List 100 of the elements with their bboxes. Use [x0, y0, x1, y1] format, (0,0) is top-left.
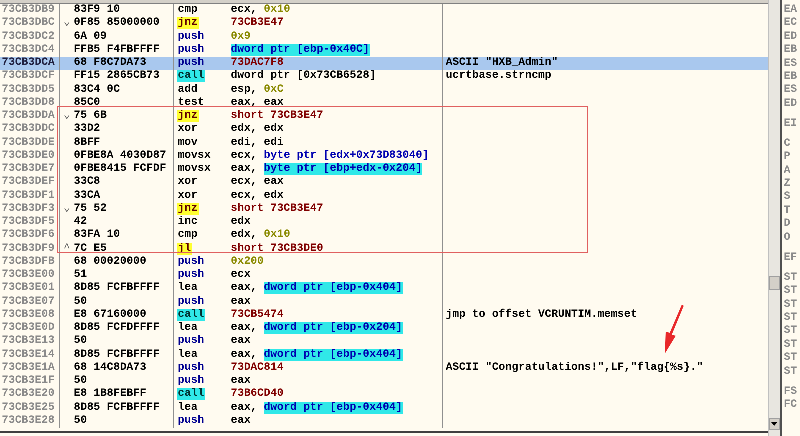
mnemonic: lea: [177, 322, 199, 334]
code-row[interactable]: 73CB3E1A 68 14C8DA73 push 73DAC814 ASCII "Congratulations!",LF,"flag{%s}.": [0, 362, 768, 375]
mnemonic: xor: [177, 123, 199, 136]
code-row[interactable]: 73CB3DDC 33D2 xor edx, edx: [0, 123, 768, 136]
scroll-thumb[interactable]: [769, 276, 780, 290]
operand: short 73CB3DE0: [231, 242, 324, 256]
hex-bytes: 0F85 85000000: [74, 17, 160, 30]
mnemonic: push: [177, 269, 206, 281]
operand: ecx, edx: [231, 190, 284, 203]
operand: eax, dword ptr [ebp-0x404]: [231, 402, 403, 415]
mnemonic: test: [177, 96, 206, 109]
operand: 73CB5474: [231, 308, 284, 322]
operand: ecx, eax: [231, 176, 284, 190]
scroll-down-button[interactable]: [769, 418, 780, 430]
operand: 73DAC814: [231, 362, 284, 375]
address-cell: 73CB3DF9: [0, 242, 60, 256]
mnemonic: jnz: [177, 202, 199, 215]
register-label: ED: [784, 98, 798, 112]
address-cell: 73CB3DEF: [0, 176, 60, 190]
register-label: ST: [784, 298, 798, 312]
jump-marker: ⌄: [62, 202, 72, 216]
address-cell: 73CB3E07: [0, 296, 60, 309]
hex-bytes: 51: [74, 269, 88, 282]
code-row[interactable]: 73CB3DF6 83FA 10 cmp edx, 0x10: [0, 229, 768, 242]
address-cell: 73CB3DD8: [0, 96, 60, 110]
hex-bytes: 6A 09: [74, 30, 108, 44]
operand: edx, 0x10: [231, 229, 290, 242]
scrollbar[interactable]: [768, 0, 780, 436]
register-label: S: [784, 191, 792, 205]
jump-marker: ⌄: [62, 17, 72, 30]
hex-bytes: E8 1B8FEBFF: [74, 388, 147, 402]
operand: 73B6CD40: [231, 388, 284, 402]
operand: eax: [231, 375, 251, 388]
hex-bytes: FFB5 F4FBFFFF: [74, 44, 160, 57]
code-row[interactable]: 73CB3DFB 68 00020000 push 0x200: [0, 256, 768, 269]
hex-bytes: 33D2: [74, 123, 100, 136]
code-row[interactable]: 73CB3E0D 8D85 FCFDFFFF lea eax, dword ptr [ebp-0x204]: [0, 322, 768, 336]
code-row[interactable]: 73CB3DBC ⌄ 0F85 85000000 jnz 73CB3E47: [0, 17, 768, 30]
hex-bytes: 33C8: [74, 176, 100, 190]
hex-bytes: 50: [74, 296, 88, 309]
address-cell: 73CB3DFB: [0, 256, 60, 269]
mnemonic: cmp: [177, 229, 199, 242]
hex-bytes: 42: [74, 216, 88, 230]
code-row[interactable]: 73CB3DF5 42 inc edx: [0, 216, 768, 230]
register-label: ST: [784, 338, 798, 352]
code-row[interactable]: 73CB3DEF 33C8 xor ecx, eax: [0, 176, 768, 190]
mnemonic: lea: [177, 348, 199, 360]
address-cell: 73CB3E20: [0, 388, 60, 402]
jump-marker: ⌄: [62, 110, 72, 124]
register-label: FS: [784, 386, 798, 399]
register-label: ED: [784, 30, 798, 44]
operand: 73DAC7F8: [231, 57, 284, 70]
address-cell: 73CB3DE7: [0, 163, 60, 176]
operand: ecx: [231, 269, 251, 282]
hex-bytes: 85C0: [74, 96, 100, 110]
register-label: ST: [784, 312, 798, 326]
register-label: C: [784, 138, 792, 152]
operand: 73CB3E47: [231, 17, 284, 30]
mnemonic: push: [177, 375, 206, 387]
code-row[interactable]: 73CB3DF3 ⌄ 75 52 jnz short 73CB3E47: [0, 202, 768, 216]
code-row[interactable]: 73CB3DD5 83C4 0C add esp, 0xC: [0, 84, 768, 97]
address-cell: 73CB3DCF: [0, 70, 60, 84]
address-cell: 73CB3DE0: [0, 150, 60, 163]
code-row[interactable]: 73CB3E01 8D85 FCFBFFFF lea eax, dword ptr [ebp-0x404]: [0, 282, 768, 296]
operand: eax, dword ptr [ebp-0x204]: [231, 322, 403, 336]
code-row[interactable]: 73CB3DE7 0FBE8415 FCFDF movsx eax, byte ptr [ebp+edx-0x204]: [0, 163, 768, 176]
register-label: ST: [784, 366, 798, 379]
hex-bytes: 68 00020000: [74, 256, 147, 269]
code-row[interactable]: 73CB3DCA 68 F8C7DA73 push 73DAC7F8 ASCII "HXB_Admin": [0, 57, 768, 70]
code-row[interactable]: 73CB3DCF FF15 2865CB73 call dword ptr [0x73CB6528] ucrtbase.strncmp: [0, 70, 768, 84]
hex-bytes: 8D85 FCFDFFFF: [74, 322, 160, 336]
address-cell: 73CB3DF3: [0, 202, 60, 216]
operand: esp, 0xC: [231, 84, 284, 97]
address-cell: 73CB3DDC: [0, 123, 60, 136]
mnemonic: xor: [177, 176, 199, 188]
operand: edx: [231, 216, 251, 229]
code-row[interactable]: 73CB3E25 8D85 FCFBFFFF lea eax, dword ptr [ebp-0x404]: [0, 402, 768, 415]
code-row[interactable]: 73CB3DDA ⌄ 75 6B jnz short 73CB3E47: [0, 110, 768, 124]
code-row[interactable]: 73CB3E28 50 push eax: [0, 414, 768, 428]
register-label: EA: [784, 4, 798, 18]
hex-bytes: 68 14C8DA73: [74, 362, 147, 375]
address-cell: 73CB3E00: [0, 269, 60, 282]
mnemonic: lea: [177, 282, 199, 294]
code-row[interactable]: 73CB3E14 8D85 FCFBFFFF lea eax, dword ptr [ebp-0x404]: [0, 348, 768, 362]
mnemonic: cmp: [177, 4, 199, 16]
operand: ecx, 0x10: [231, 4, 290, 18]
register-label: ES: [784, 58, 798, 71]
address-cell: 73CB3DCA: [0, 57, 60, 70]
register-label: EI: [784, 118, 798, 132]
comment: ASCII "Congratulations!",LF,"flag{%s}.": [446, 362, 704, 374]
hex-bytes: 7C E5: [74, 242, 108, 256]
operand: dword ptr [0x73CB6528]: [231, 70, 376, 84]
down-arrow-icon: [771, 422, 778, 426]
register-label: ST: [784, 325, 798, 339]
address-cell: 73CB3E1F: [0, 375, 60, 388]
hex-bytes: 0FBE8415 FCFDF: [74, 163, 166, 176]
address-cell: 73CB3DDE: [0, 136, 60, 150]
operand: eax, byte ptr [ebp+edx-0x204]: [231, 163, 422, 176]
code-row[interactable]: 73CB3DDE 8BFF mov edi, edi: [0, 136, 768, 150]
operand: 0x9: [231, 30, 251, 44]
